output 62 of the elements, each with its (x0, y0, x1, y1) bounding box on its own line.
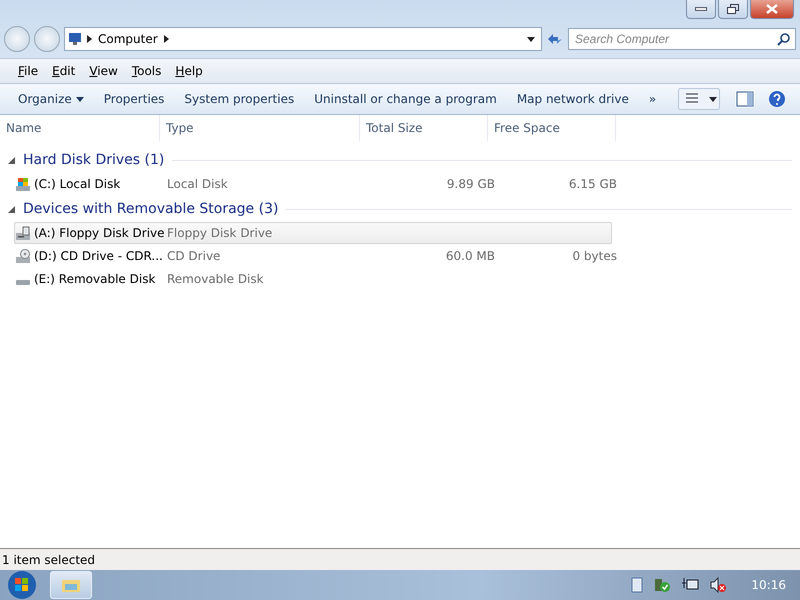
folder-icon (61, 577, 81, 593)
start-button[interactable] (6, 570, 38, 600)
table-cell-text: 60.0 MB (444, 249, 495, 263)
hard-drive-icon (15, 176, 31, 192)
collapse-icon[interactable] (8, 156, 15, 164)
search-field[interactable]: Search Computer (568, 28, 796, 50)
toolbar-button[interactable]: Properties (94, 88, 174, 110)
removable-drive-icon (16, 280, 30, 284)
breadcrumb[interactable]: Computer (98, 32, 158, 46)
table-cell-text: CD Drive (167, 249, 222, 263)
toolbar-button[interactable]: Uninstall or change a program (304, 88, 507, 110)
menu-item[interactable]: Tools (132, 64, 162, 78)
menu-item[interactable]: View (89, 64, 118, 78)
drive-name: (E:) Removable Disk (34, 272, 156, 286)
drive-row[interactable]: (E:) Removable Disk Removable Disk (14, 268, 612, 290)
caret-icon (76, 96, 84, 102)
column-header[interactable]: Type (160, 115, 360, 141)
dropdown-icon[interactable] (527, 36, 535, 42)
toolbar-button[interactable]: Map network drive (506, 88, 639, 110)
drive-row[interactable]: (A:) Floppy Disk Drive Floppy Disk Drive (14, 222, 612, 244)
group-header[interactable]: Hard Disk Drives (1) (21, 152, 166, 168)
floppy-drive-icon (15, 225, 31, 241)
column-header[interactable]: Total Size (360, 115, 488, 141)
cd-drive-icon (15, 248, 31, 264)
group-header[interactable]: Devices with Removable Storage (3) (21, 201, 280, 217)
close-button[interactable] (750, 0, 794, 19)
status-bar: 1 item selected (0, 548, 800, 570)
collapse-icon[interactable] (8, 206, 15, 212)
menu-item[interactable]: Help (175, 64, 203, 78)
flag-check-icon[interactable] (653, 577, 672, 593)
preview-pane-icon[interactable] (736, 91, 754, 107)
column-header[interactable]: Free Space (488, 115, 616, 141)
chevron-icon[interactable] (87, 35, 92, 43)
speaker-muted-icon[interactable] (709, 577, 728, 593)
address-bar[interactable]: Computer (64, 27, 542, 51)
table-cell-text: Local Disk (167, 177, 229, 191)
table-cell-text: 6.15 GB (568, 177, 617, 191)
view-options-icon[interactable] (678, 88, 720, 110)
document-icon[interactable] (631, 577, 644, 593)
drive-name: (C:) Local Disk (34, 177, 120, 191)
minimize-button[interactable] (686, 0, 716, 19)
toolbar-button[interactable]: System properties (174, 88, 304, 110)
table-cell-text: Removable Disk (167, 272, 265, 286)
restore-icon (727, 4, 739, 14)
restore-button[interactable] (718, 0, 748, 19)
table-cell-text: 0 bytes (571, 249, 617, 263)
computer-icon (69, 33, 81, 45)
table-cell-text: Floppy Disk Drive (167, 226, 274, 240)
clock: 10:16 (751, 578, 786, 592)
minimize-icon (695, 7, 707, 11)
more-button[interactable]: » (638, 88, 666, 110)
search-icon (777, 33, 790, 46)
menu-item[interactable]: Edit (52, 64, 76, 78)
drive-name: (D:) CD Drive - CDR... (34, 249, 163, 263)
table-cell-text: 9.89 GB (446, 177, 495, 191)
drive-name: (A:) Floppy Disk Drive (34, 226, 165, 240)
organize-button[interactable]: Organize (8, 88, 94, 110)
help-icon[interactable] (768, 90, 786, 108)
chevron-icon[interactable] (164, 35, 169, 43)
column-header[interactable]: Name (0, 115, 160, 141)
menu-item[interactable]: File (18, 64, 38, 78)
close-icon (766, 4, 778, 14)
